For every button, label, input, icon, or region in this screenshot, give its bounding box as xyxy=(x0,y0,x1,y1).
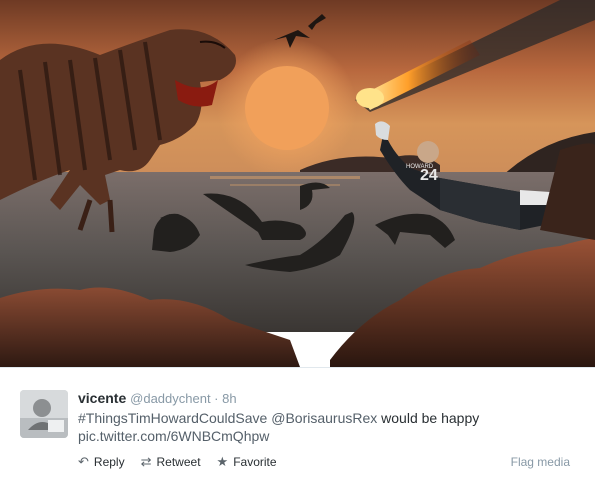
retweet-icon: ⇄ xyxy=(140,454,152,469)
tweet: vicente @daddychent · 8h #ThingsTimHowar… xyxy=(0,367,595,480)
reply-icon: ↶ xyxy=(78,454,89,469)
reply-label: Reply xyxy=(93,455,125,469)
avatar[interactable] xyxy=(20,390,68,438)
tweet-actions: ↶ Reply ⇄ Retweet ★ Favorite xyxy=(78,455,293,469)
flag-media-link[interactable]: Flag media xyxy=(511,455,570,469)
tweet-header: vicente @daddychent · 8h xyxy=(78,389,237,408)
separator: · xyxy=(210,391,223,406)
tweet-text-rest: would be happy xyxy=(377,410,480,426)
reply-button[interactable]: ↶ Reply xyxy=(78,455,125,469)
display-name[interactable]: vicente xyxy=(78,390,126,406)
mention-link[interactable]: @BorisaurusRex xyxy=(271,410,377,426)
media-link[interactable]: pic.twitter.com/6WNBCmQhpw xyxy=(78,428,269,444)
retweet-button[interactable]: ⇄ Retweet xyxy=(141,455,201,469)
tweet-text: #ThingsTimHowardCouldSave @BorisaurusRex… xyxy=(78,409,479,445)
star-icon: ★ xyxy=(216,454,229,469)
hashtag-link[interactable]: #ThingsTimHowardCouldSave xyxy=(78,410,267,426)
timestamp[interactable]: 8h xyxy=(222,391,236,406)
retweet-label: Retweet xyxy=(156,455,201,469)
tweet-media-image[interactable]: 24 HOWARD xyxy=(0,0,595,367)
favorite-button[interactable]: ★ Favorite xyxy=(217,455,277,469)
favorite-label: Favorite xyxy=(233,455,277,469)
screen-name[interactable]: @daddychent xyxy=(130,391,210,406)
jersey-name: HOWARD xyxy=(406,164,434,170)
